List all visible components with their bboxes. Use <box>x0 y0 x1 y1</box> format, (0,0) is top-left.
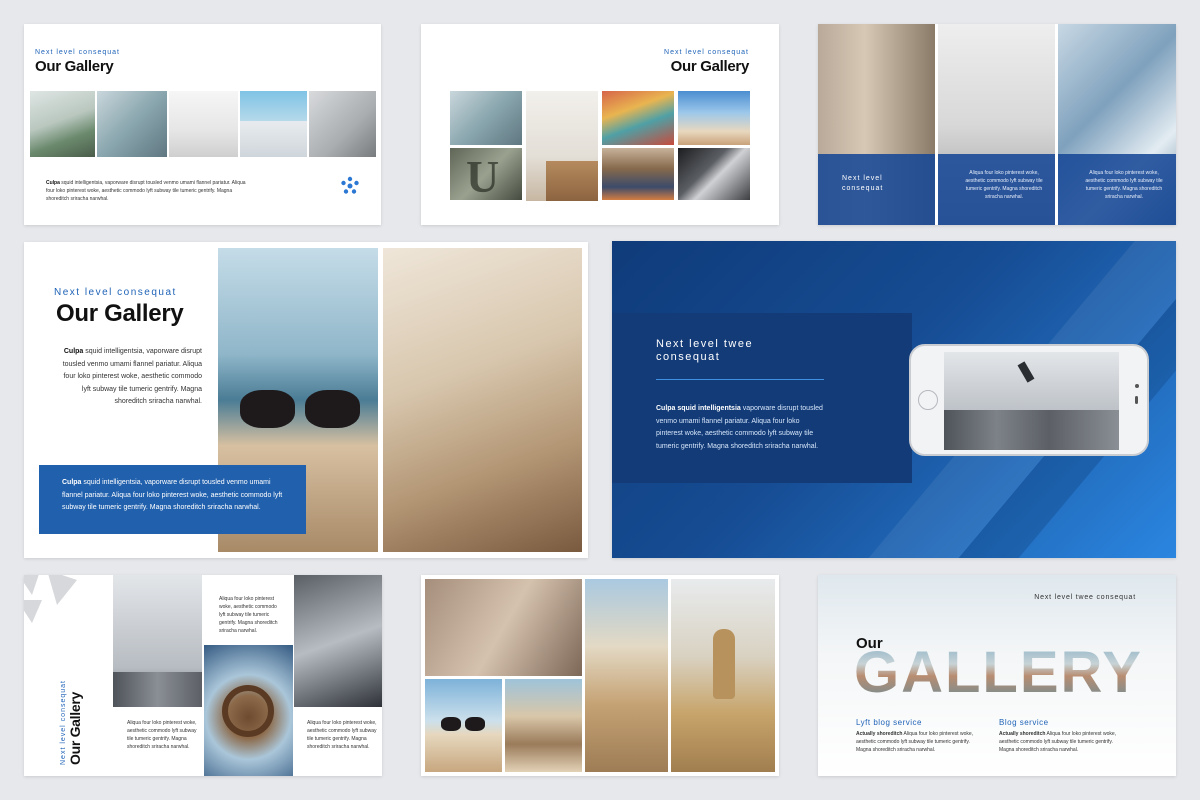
slide-gallery-3[interactable]: Next level consequat Aliqua four loko pi… <box>818 24 1176 225</box>
photo-facade <box>425 579 582 676</box>
text-a: Aliqua four loko pinterest woke, aesthet… <box>127 720 197 750</box>
speaker-dot <box>1135 396 1138 404</box>
slide-gallery-vertical[interactable]: Next level consequat Our Gallery Aliqua … <box>24 575 382 776</box>
photo-graffiti <box>602 91 674 145</box>
photo-sky <box>678 91 750 145</box>
slide-gallery-typography[interactable]: Next level twee consequat Our GALLERY Ly… <box>818 575 1176 776</box>
overlay-text-mid: Aliqua four loko pinterest woke, aesthet… <box>965 170 1043 200</box>
slide-title: Our Gallery <box>670 58 750 75</box>
photo-wall <box>309 91 376 157</box>
title-gallery: GALLERY <box>854 640 1143 705</box>
slide-body: Culpa squid intelligentsia vaporware dis… <box>656 403 828 453</box>
col1-bold: Actually shoreditch <box>856 731 903 737</box>
title-divider <box>656 379 824 380</box>
photo-ship-wheel <box>204 645 293 776</box>
slide-kicker: Next level consequat <box>54 287 177 298</box>
photo-lamp <box>526 91 598 201</box>
slide-gallery-2[interactable]: Next level consequat Our Gallery U <box>421 24 779 225</box>
sunglasses-shape <box>240 390 360 430</box>
camera-dot <box>1135 384 1139 388</box>
slide-gallery-4[interactable]: Next level consequat Our Gallery Culpa s… <box>24 242 588 558</box>
slide-kicker: Next level consequat <box>60 680 67 765</box>
slide-body: Culpa squid intelligentsia, vaporware di… <box>46 179 246 203</box>
slide-body: Culpa squid intelligentsia, vaporware di… <box>58 346 202 409</box>
blue-box-text: Culpa squid intelligentsia, vaporware di… <box>62 477 287 515</box>
lens-left <box>240 390 295 428</box>
slide-kicker: Next level consequat <box>664 49 749 56</box>
slide-title: Our Gallery <box>67 692 83 765</box>
mini-lens-left <box>441 717 461 731</box>
box-bold: Culpa <box>62 479 82 486</box>
overlay-caption: Next level consequat <box>842 175 884 192</box>
mini-sunglasses <box>441 717 485 731</box>
body-bold: Culpa <box>63 348 84 355</box>
photo-beach-walk <box>585 579 668 772</box>
photo-girl-field <box>671 579 775 772</box>
photo-sunglasses-beach <box>425 679 502 772</box>
body-bold: Culpa squid intelligentsia <box>656 405 741 412</box>
overlay-text-right: Aliqua four loko pinterest woke, aesthet… <box>1085 170 1163 200</box>
slide-title: Our Gallery <box>35 58 114 75</box>
box-text: squid intelligentsia, vaporware disrupt … <box>62 479 283 511</box>
photo-letter-u: U <box>450 148 522 200</box>
slide-kicker: Next level consequat <box>35 49 120 56</box>
slide-title: Next level twee consequat <box>656 338 754 363</box>
col2-title: Blog service <box>999 718 1049 727</box>
photo-cliff <box>505 679 582 772</box>
photo-jumper <box>113 575 202 707</box>
slide-gallery-1[interactable]: Next level consequat Our Gallery Culpa s… <box>24 24 381 225</box>
col2-bold: Actually shoreditch <box>999 731 1046 737</box>
photo-hallway <box>294 575 382 707</box>
body-bold: Culpa <box>46 180 60 186</box>
wheel-ring <box>222 685 274 737</box>
phone-screen <box>944 352 1119 450</box>
lens-right <box>305 390 360 428</box>
col2-text: Actually shoreditch Aliqua four loko pin… <box>999 730 1124 754</box>
text-c: Aliqua four loko pinterest woke, aesthet… <box>307 720 377 750</box>
figure <box>713 629 735 699</box>
skyline <box>944 410 1119 450</box>
photo-building <box>240 91 307 157</box>
photo-sand-hands <box>383 248 582 552</box>
photo-tea <box>97 91 167 157</box>
photo-room <box>30 91 95 157</box>
slide-title: Our Gallery <box>56 300 184 327</box>
slide-gallery-mosaic[interactable] <box>421 575 779 776</box>
photo-architecture <box>678 148 750 200</box>
body-text: squid intelligentsia, vaporware disrupt … <box>46 180 246 202</box>
phone-mockup <box>909 344 1149 456</box>
letter-u-glyph: U <box>466 151 500 200</box>
col1-text: Actually shoreditch Aliqua four loko pin… <box>856 730 981 754</box>
body-text: squid intelligentsia, vaporware disrupt … <box>62 348 202 405</box>
snowflake-logo-icon <box>340 176 360 196</box>
col1-title: Lyft blog service <box>856 718 923 727</box>
mini-lens-right <box>465 717 485 731</box>
photo-bridge <box>602 148 674 200</box>
photo-chair <box>169 91 238 157</box>
decor-shape <box>24 575 82 625</box>
jumper-figure <box>1017 361 1035 383</box>
home-button <box>918 390 938 410</box>
text-b: Aliqua four loko pinterest woke, aesthet… <box>219 596 278 634</box>
city-skyline <box>113 672 202 707</box>
photo-tea <box>450 91 522 145</box>
slide-phone-mockup[interactable]: Next level twee consequat Culpa squid in… <box>612 241 1176 558</box>
kitchen-shelf <box>546 161 598 201</box>
slide-kicker: Next level twee consequat <box>1034 594 1136 601</box>
vertical-title-group: Next level consequat Our Gallery <box>60 645 83 765</box>
